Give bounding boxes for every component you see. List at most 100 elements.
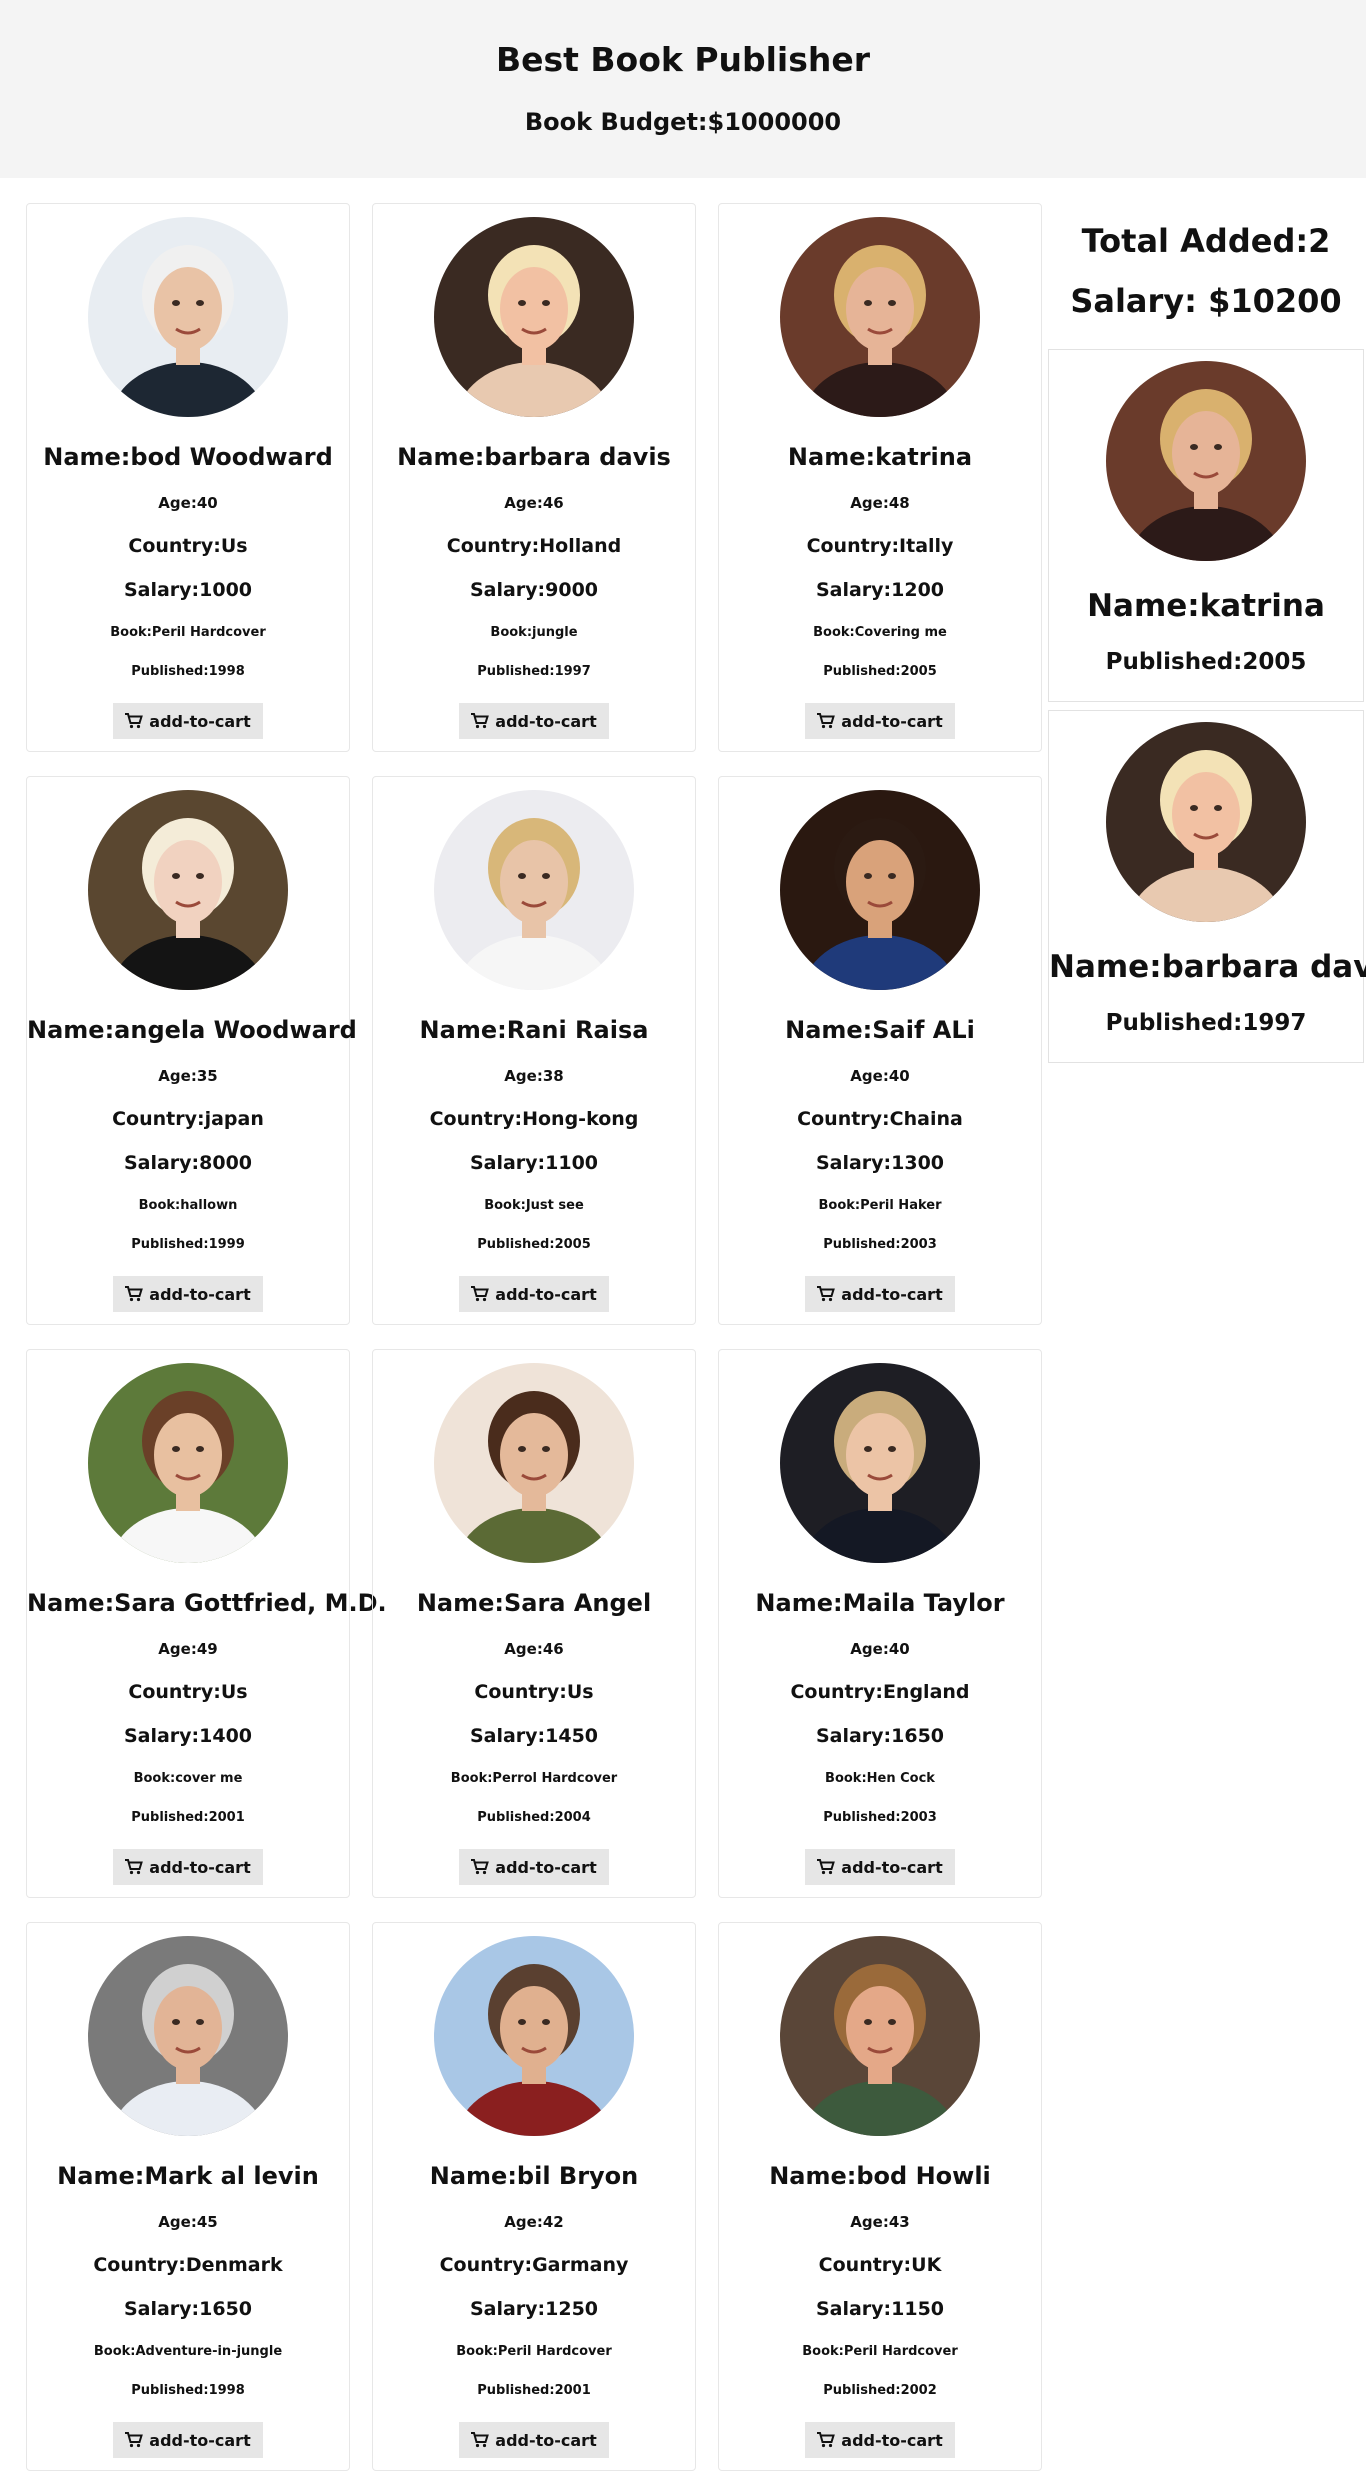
author-country: Country:Hong-kong: [429, 1108, 639, 1130]
avatar: [434, 1936, 634, 2136]
author-salary: Salary:1250: [469, 2298, 599, 2320]
author-card: Name:Saif ALi Age:40 Country:Chaina Salary:…: [718, 776, 1042, 1325]
author-grid: Name:bod Woodward Age:40 Country:Us Salary:…: [26, 203, 1042, 2471]
author-book: Book:Peril Hardcover: [456, 2344, 612, 2359]
author-photo: [434, 1936, 634, 2136]
shopping-cart-icon: [125, 1859, 144, 1875]
author-photo: [780, 790, 980, 990]
author-card: Name:bod Howli Age:43 Country:UK Salary:115…: [718, 1922, 1042, 2471]
shopping-cart-icon: [817, 1286, 836, 1302]
add-to-cart-label: add-to-cart: [149, 1857, 251, 1877]
add-to-cart-label: add-to-cart: [495, 1857, 597, 1877]
author-card: Name:angela Woodward Age:35 Country:japan S…: [26, 776, 357, 1325]
author-photo: [434, 217, 634, 417]
author-photo: [88, 217, 288, 417]
add-to-cart-label: add-to-cart: [841, 711, 943, 731]
author-salary: Salary:1650: [815, 1725, 945, 1747]
author-card: Name:Sara Gottfried, M.D. Age:49 Country:U…: [26, 1349, 387, 1898]
cart-summary: Total Added:2 Salary: $10200: [1048, 200, 1364, 320]
author-photo: [780, 1363, 980, 1563]
author-book: Book:Adventure-in-jungle: [93, 2344, 283, 2359]
author-card: Name:Sara Angel Age:46 Country:Us Salary:14…: [372, 1349, 696, 1898]
author-book: Book:Covering me: [813, 625, 947, 640]
shopping-cart-icon: [471, 2432, 490, 2448]
author-name: Name:Mark al levin: [57, 2162, 319, 2190]
total-salary: Salary: $10200: [1070, 282, 1342, 320]
author-published: Published:2003: [823, 1237, 937, 1252]
author-name: Name:Sara Angel: [416, 1589, 652, 1617]
author-salary: Salary:1100: [469, 1152, 599, 1174]
author-age: Age:46: [504, 494, 564, 512]
author-book: Book:jungle: [490, 625, 578, 640]
author-card: Name:barbara davis Age:46 Country:Holland S…: [372, 203, 696, 752]
author-name: Name:Sara Gottfried, M.D.: [27, 1589, 387, 1617]
shopping-cart-icon: [125, 713, 144, 729]
author-age: Age:42: [504, 2213, 564, 2231]
author-published: Published:2002: [823, 2383, 937, 2398]
add-to-cart-label: add-to-cart: [841, 1284, 943, 1304]
avatar: [1106, 722, 1306, 922]
author-book: Book:cover me: [133, 1771, 243, 1786]
add-to-cart-button[interactable]: add-to-cart: [459, 1276, 609, 1312]
add-to-cart-button[interactable]: add-to-cart: [113, 1276, 263, 1312]
add-to-cart-button[interactable]: add-to-cart: [805, 1849, 955, 1885]
author-photo: [780, 217, 980, 417]
author-card: Name:Rani Raisa Age:38 Country:Hong-kong Sa…: [372, 776, 696, 1325]
author-salary: Salary:1300: [815, 1152, 945, 1174]
author-published: Published:1997: [477, 664, 591, 679]
add-to-cart-button[interactable]: add-to-cart: [805, 2422, 955, 2458]
author-salary: Salary:1450: [469, 1725, 599, 1747]
author-country: Country:Holland: [446, 535, 622, 557]
add-to-cart-button[interactable]: add-to-cart: [113, 703, 263, 739]
author-country: Country:japan: [112, 1108, 264, 1130]
author-age: Age:49: [158, 1640, 218, 1658]
author-age: Age:40: [850, 1640, 910, 1658]
add-to-cart-button[interactable]: add-to-cart: [113, 1849, 263, 1885]
author-name: Name:barbara davis: [397, 443, 671, 471]
cart-item-name: Name:barbara davis: [1049, 949, 1366, 985]
author-photo: [1106, 361, 1306, 561]
author-name: Name:angela Woodward: [27, 1016, 357, 1044]
author-name: Name:Saif ALi: [785, 1016, 975, 1044]
author-published: Published:2001: [477, 2383, 591, 2398]
author-age: Age:45: [158, 2213, 218, 2231]
add-to-cart-button[interactable]: add-to-cart: [805, 703, 955, 739]
author-age: Age:40: [158, 494, 218, 512]
avatar: [780, 790, 980, 990]
author-book: Book:Just see: [484, 1198, 584, 1213]
add-to-cart-label: add-to-cart: [841, 2430, 943, 2450]
avatar: [780, 217, 980, 417]
add-to-cart-label: add-to-cart: [495, 2430, 597, 2450]
avatar: [780, 1363, 980, 1563]
author-photo: [1106, 722, 1306, 922]
author-published: Published:2001: [131, 1810, 245, 1825]
add-to-cart-label: add-to-cart: [841, 1857, 943, 1877]
author-country: Country:Us: [128, 535, 248, 557]
avatar: [434, 1363, 634, 1563]
author-published: Published:2005: [477, 1237, 591, 1252]
author-country: Country:Garmany: [439, 2254, 629, 2276]
avatar: [434, 217, 634, 417]
shopping-cart-icon: [471, 1286, 490, 1302]
author-photo: [88, 1363, 288, 1563]
author-country: Country:Us: [128, 1681, 248, 1703]
author-book: Book:Peril Haker: [818, 1198, 942, 1213]
author-country: Country:Chaina: [797, 1108, 963, 1130]
add-to-cart-button[interactable]: add-to-cart: [459, 1849, 609, 1885]
add-to-cart-button[interactable]: add-to-cart: [459, 703, 609, 739]
add-to-cart-button[interactable]: add-to-cart: [459, 2422, 609, 2458]
author-age: Age:40: [850, 1067, 910, 1085]
add-to-cart-button[interactable]: add-to-cart: [113, 2422, 263, 2458]
author-photo: [780, 1936, 980, 2136]
add-to-cart-button[interactable]: add-to-cart: [805, 1276, 955, 1312]
author-card: Name:katrina Age:48 Country:Itally Salary:1…: [718, 203, 1042, 752]
author-published: Published:1998: [131, 664, 245, 679]
author-published: Published:1999: [131, 1237, 245, 1252]
shopping-cart-icon: [125, 2432, 144, 2448]
cart-item-name: Name:katrina: [1087, 588, 1325, 624]
author-book: Book:hallown: [138, 1198, 238, 1213]
author-name: Name:katrina: [787, 443, 973, 471]
avatar: [88, 217, 288, 417]
shopping-cart-icon: [817, 713, 836, 729]
cart-item: Name:katrina Published:2005: [1048, 349, 1364, 702]
